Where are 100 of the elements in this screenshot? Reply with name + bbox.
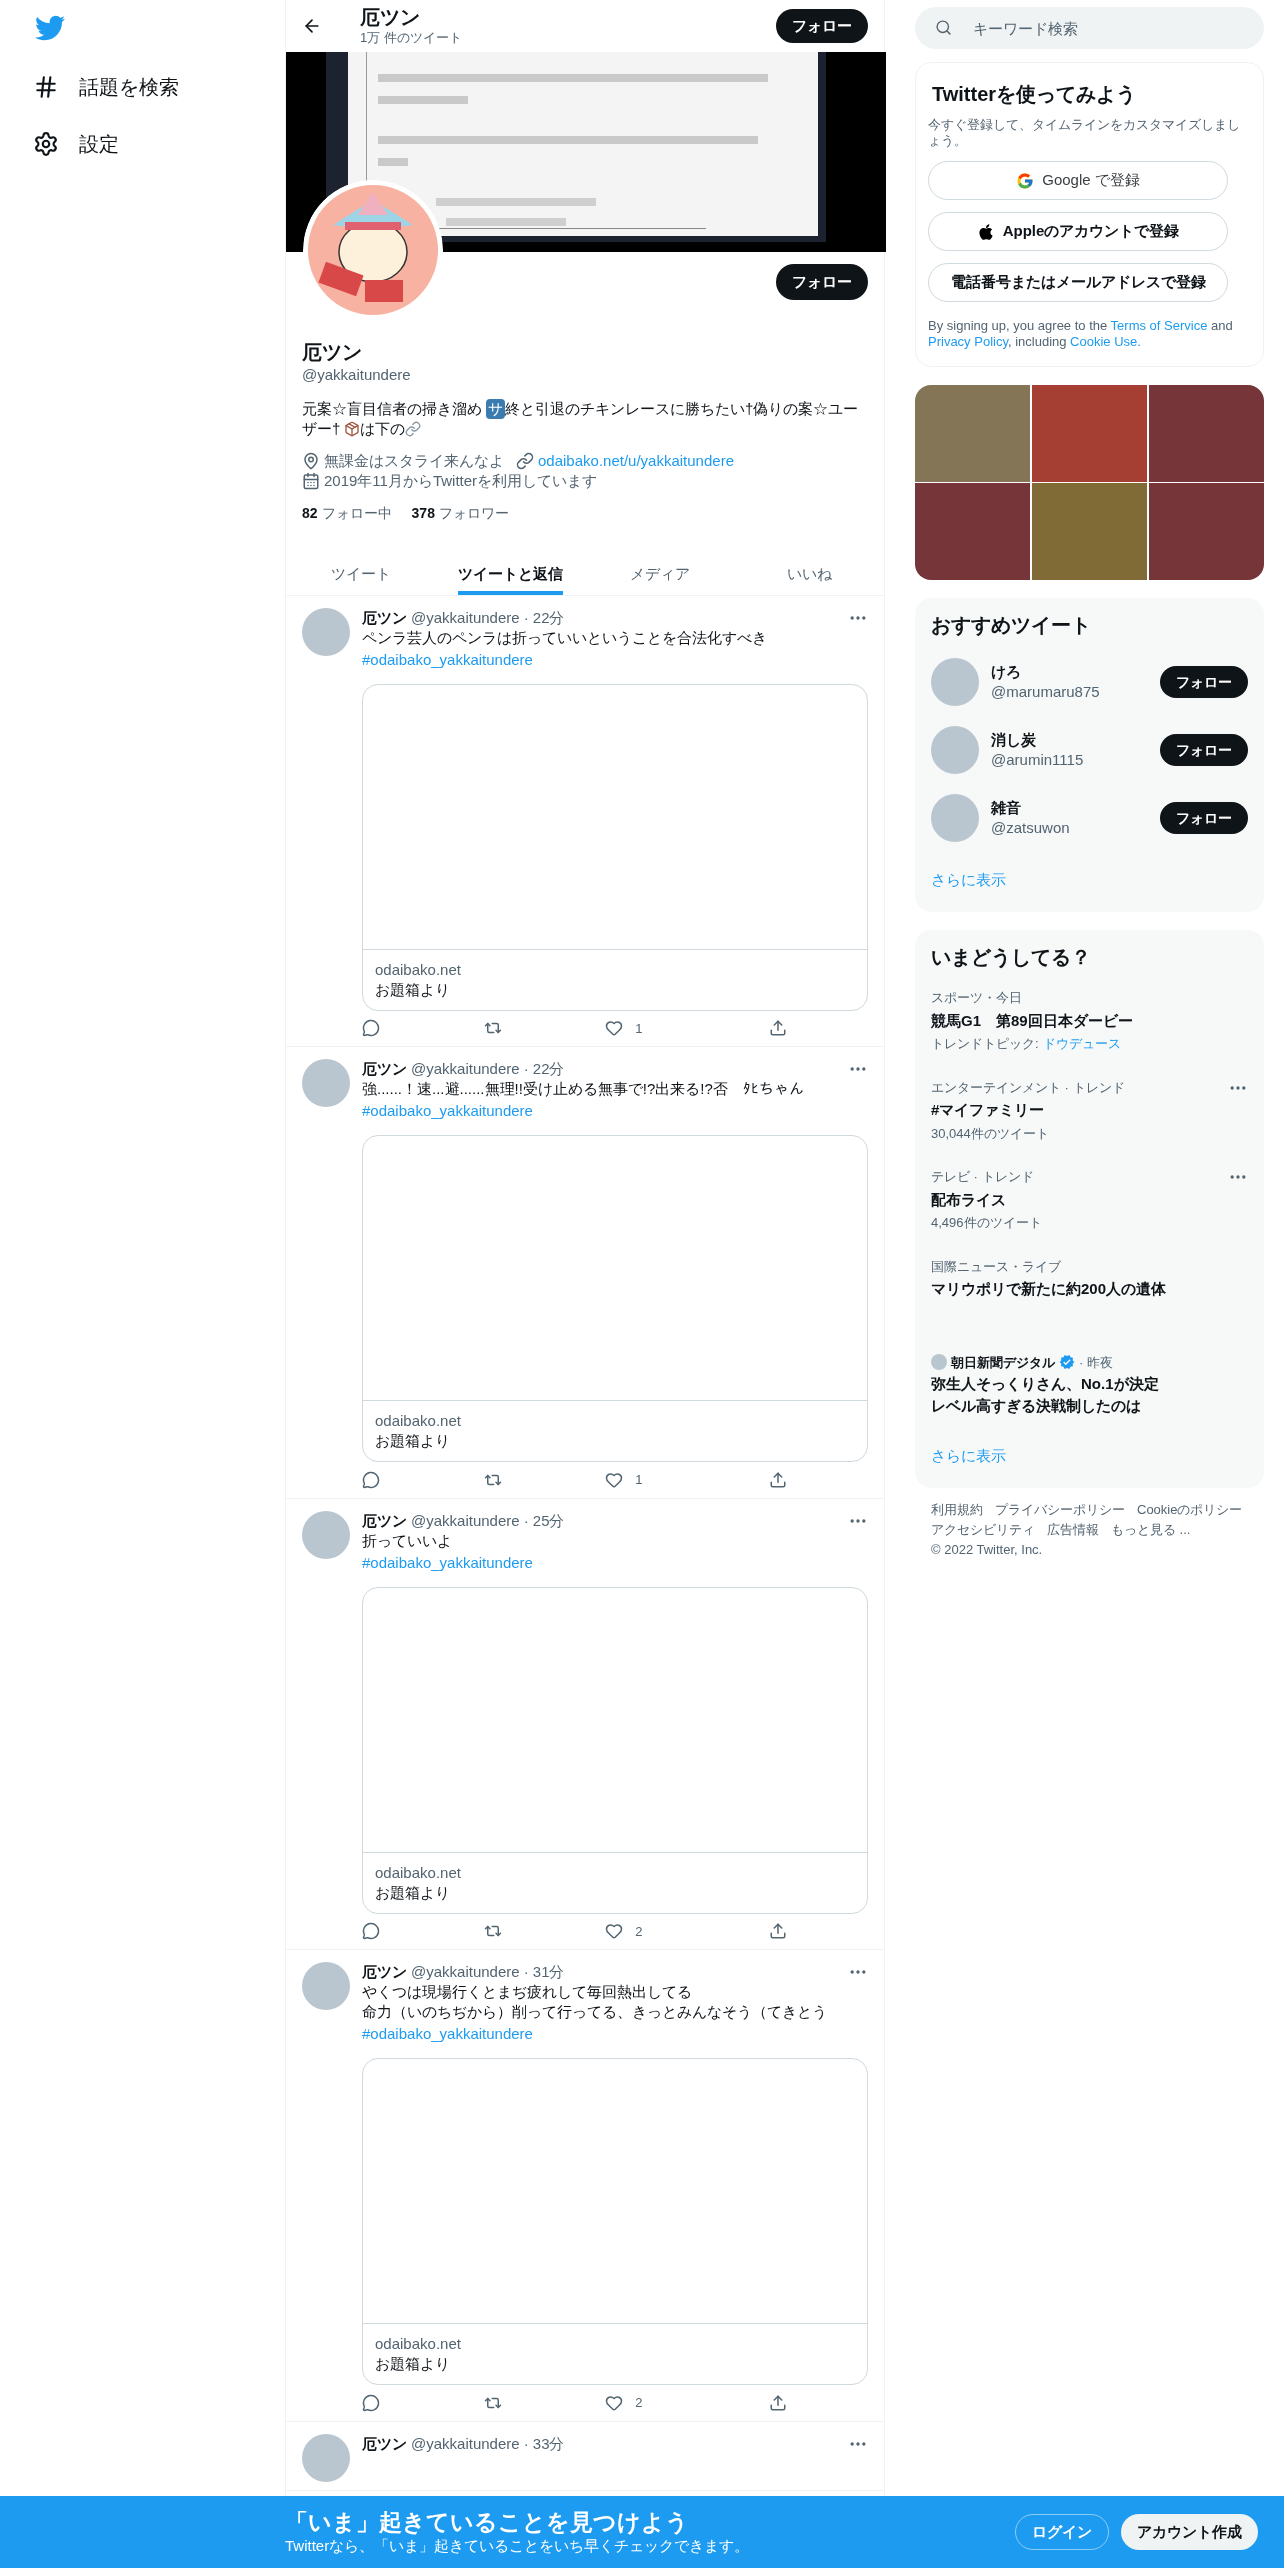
footer-link[interactable]: Cookieのポリシー — [1137, 1500, 1243, 1520]
tweet-text: ペンラ芸人のペンラは折っていいということを合法化すべき — [362, 627, 768, 648]
reply-icon[interactable] — [362, 1922, 380, 1941]
followers-count[interactable]: 378 — [411, 502, 435, 524]
source-name: 朝日新聞デジタル — [951, 1353, 1055, 1372]
share-icon[interactable] — [768, 2393, 787, 2412]
tweet-count: 4,496件のツイート — [931, 1214, 1043, 1232]
author-handle: @yakkaitundere — [411, 1059, 520, 1079]
footer-link[interactable]: アクセシビリティ — [931, 1520, 1035, 1540]
card-title: お題箱より — [375, 1882, 451, 1903]
trend-context: 国際ニュース・ライブ — [931, 1257, 1062, 1276]
like-count: 1 — [635, 1471, 643, 1489]
hash-icon — [33, 73, 59, 100]
tweet-time[interactable]: · 25分 — [523, 1510, 565, 1531]
link-card[interactable]: odaibako.net お題箱より — [362, 683, 868, 1011]
bio-text: ザー† — [302, 418, 341, 439]
like-icon[interactable] — [605, 1922, 624, 1941]
footer-link[interactable]: 広告情報 — [1047, 1520, 1099, 1540]
panel-title: いまどうしてる？ — [930, 945, 1092, 970]
tweet-time[interactable]: · 31分 — [523, 1962, 565, 1982]
trend-context: テレビ · トレンド — [931, 1168, 1035, 1186]
reply-icon[interactable] — [362, 1019, 380, 1038]
footer-link[interactable]: もっと見る ... — [1111, 1520, 1191, 1540]
article-title[interactable]: 弥生人そっくりさん、No.1が決定 — [931, 1374, 1248, 1394]
profile-tab[interactable]: ツイート — [330, 541, 391, 595]
user-name[interactable]: けろ — [991, 662, 1160, 682]
trend-title[interactable]: 競馬G1 第89回日本ダービー — [931, 1009, 1248, 1032]
calendar-icon — [302, 471, 320, 490]
like-icon[interactable] — [605, 1019, 624, 1038]
joined-date: 2019年11月からTwitterを利用しています — [324, 470, 598, 491]
followers-label[interactable]: フォロワー — [438, 502, 509, 524]
legal-text: By signing up, you agree to the Terms of Service and Privacy Policy, including Cookie Use. — [928, 318, 1234, 350]
follow-button[interactable]: フォロー — [1160, 666, 1248, 698]
tweet-time[interactable]: · 22分 — [523, 607, 565, 628]
trend-title[interactable]: 配布ライス — [931, 1188, 1228, 1211]
author-name[interactable]: 厄ツン — [362, 607, 407, 628]
reply-icon[interactable] — [362, 2393, 380, 2412]
author-name[interactable]: 厄ツン — [362, 1962, 407, 1982]
google-logo-icon — [1016, 171, 1035, 190]
user-name[interactable]: 雑音 — [991, 798, 1160, 818]
author-handle: @yakkaitundere — [411, 607, 520, 628]
nav-item[interactable]: 話題を検索 — [33, 58, 191, 115]
share-icon[interactable] — [768, 1019, 787, 1038]
trend-title[interactable]: #マイファミリー — [931, 1099, 1228, 1122]
trend-context: エンターテインメント · トレンド — [931, 1078, 1126, 1097]
like-count: 1 — [635, 1019, 643, 1038]
footer-link[interactable]: プライバシーポリシー — [995, 1500, 1125, 1520]
bio-badge: サ — [486, 398, 505, 419]
like-icon[interactable] — [605, 1470, 624, 1489]
share-icon[interactable] — [768, 1470, 787, 1489]
tweet-count: 1万 件のツイート — [360, 30, 462, 47]
like-icon[interactable] — [605, 2393, 624, 2412]
author-name[interactable]: 厄ツン — [362, 2433, 407, 2454]
tweet-time[interactable]: · 22分 — [523, 1059, 565, 1079]
bio-text: は下の — [360, 418, 406, 439]
author-name[interactable]: 厄ツン — [362, 1510, 407, 1531]
user-name[interactable]: 消し炭 — [991, 730, 1160, 750]
link-card[interactable]: odaibako.net お題箱より — [362, 2058, 868, 2385]
follow-button[interactable]: フォロー — [1160, 802, 1248, 834]
settings-icon — [33, 130, 59, 157]
bird-logo-icon[interactable] — [35, 13, 65, 43]
follow-button[interactable]: フォロー — [776, 9, 868, 43]
card-domain: odaibako.net — [375, 2334, 462, 2354]
author-name[interactable]: 厄ツン — [362, 1059, 407, 1079]
author-handle: @yakkaitundere — [411, 1510, 520, 1531]
nav-item[interactable]: 設定 — [33, 115, 131, 172]
footer-link[interactable]: 利用規約 — [931, 1500, 983, 1520]
create-account-button[interactable]: アカウント作成 — [1121, 2514, 1258, 2550]
share-icon[interactable] — [768, 1922, 787, 1941]
reply-icon[interactable] — [362, 1470, 380, 1489]
link-card[interactable]: odaibako.net お題箱より — [362, 1586, 868, 1914]
following-count[interactable]: 82 — [302, 502, 318, 524]
card-subtitle: 今すぐ登録して、タイムラインをカスタマイズしましょう。 — [928, 117, 1241, 149]
follow-button[interactable]: フォロー — [1160, 734, 1248, 766]
bio-text: 元案☆盲目信者の掃き溜め — [302, 398, 482, 419]
link-icon — [405, 420, 422, 437]
card-domain: odaibako.net — [375, 1862, 462, 1883]
article-time: · 昨夜 — [1079, 1353, 1113, 1372]
box-icon — [344, 420, 361, 437]
profile-tab[interactable]: ツイートと返信 — [457, 541, 563, 595]
banner-title: 「いま」起きていることを見つけよう — [285, 2508, 690, 2536]
panel-title: おすすめツイート — [930, 613, 1092, 638]
profile-tab[interactable]: メディア — [629, 541, 690, 595]
verified-icon — [1059, 1354, 1075, 1371]
follow-button[interactable]: フォロー — [776, 264, 868, 300]
bio-text: 終と引退のチキンレースに勝ちたい†偽りの案☆ユー — [505, 398, 859, 419]
banner-subtitle: Twitterなら、「いま」起きていることをいち早くチェックできます。 — [285, 2536, 750, 2556]
following-label[interactable]: フォロー中 — [321, 502, 392, 524]
profile-location: 無課金はスタライ来んなよ — [324, 450, 504, 471]
link-card[interactable]: odaibako.net お題箱より — [362, 1135, 868, 1462]
card-domain: odaibako.net — [375, 1411, 462, 1431]
tweet-time[interactable]: · 33分 — [523, 2433, 565, 2454]
tweet-text: 命力（いのちぢから）削って行ってる、きっとみんなそう（てきとう — [362, 2002, 828, 2022]
profile-tab[interactable]: いいね — [786, 541, 832, 595]
search-field[interactable]: キーワード検索 — [915, 7, 1264, 49]
card-title: お題箱より — [375, 979, 451, 1000]
card-domain: odaibako.net — [375, 959, 462, 980]
trend-title[interactable]: マリウポリで新たに約200人の遺体 — [931, 1278, 1248, 1301]
article-title[interactable]: レベル高すぎる決戦制したのは — [931, 1396, 1248, 1416]
trend-context: スポーツ・今日 — [931, 989, 1023, 1007]
